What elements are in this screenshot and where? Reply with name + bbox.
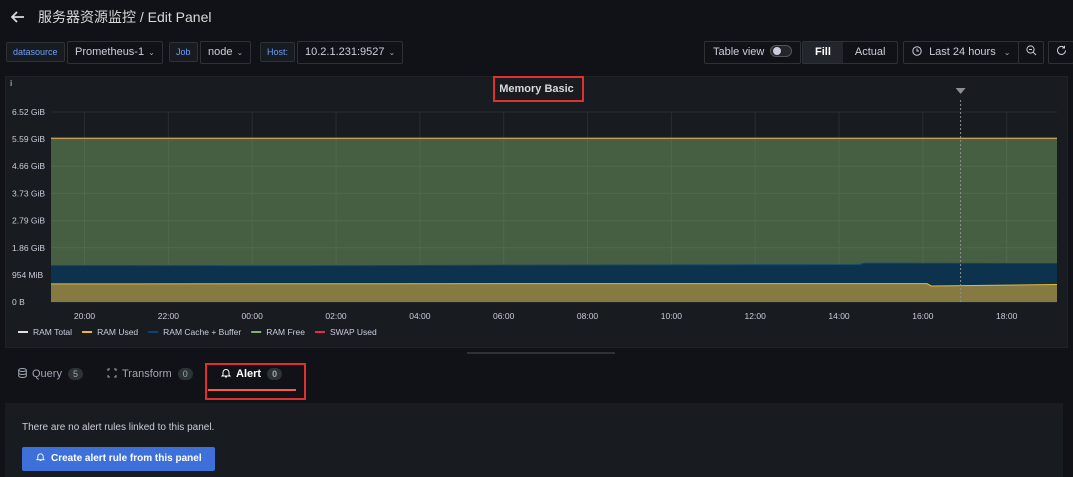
x-tick-label: 12:00 [745,311,767,321]
zoom-out-icon [1025,45,1036,56]
chevron-down-icon: ⌄ [148,48,155,57]
page-title: 服务器资源监控 / Edit Panel [38,9,212,25]
ram-used-area [51,283,1057,302]
x-tick-label: 04:00 [409,311,431,321]
legend-entry: RAM Used [97,327,138,337]
host-select[interactable]: 10.2.1.231:9527 ⌄ [297,41,404,64]
y-tick-label: 2.79 GiB [12,216,45,226]
tab-query-label: Query [32,368,62,380]
datasource-value: Prometheus-1 [75,46,145,58]
highlight-box [205,363,306,400]
annotation-marker [955,88,966,94]
host-label: Host: [260,42,296,62]
legend-swatch [82,331,93,333]
time-range-value: Last 24 hours [929,46,996,58]
y-tick-label: 1.86 GiB [12,243,45,253]
editor-tabs: Query 5 Transform 0 Alert 0 [0,362,1073,390]
transform-icon [107,368,117,378]
x-tick-label: 22:00 [158,311,180,321]
x-tick-label: 02:00 [325,311,347,321]
database-icon [18,368,27,379]
x-tick-label: 20:00 [74,311,96,321]
x-tick-label: 18:00 [996,311,1018,321]
tab-transform-count: 0 [177,368,193,380]
tab-transform[interactable]: Transform 0 [107,368,193,380]
fill-button[interactable]: Fill [803,42,843,63]
table-view-label: Table view [713,46,765,58]
y-tick-label: 0 B [12,297,25,307]
create-alert-label: Create alert rule from this panel [51,453,202,464]
tab-query-count: 5 [67,368,83,380]
y-tick-label: 4.66 GiB [12,161,45,171]
datasource-label: datasource [6,42,65,62]
refresh-icon [1056,45,1066,55]
graph-panel: i Memory Basic 0 B 954 MiB 1.86 GiB 2.79 Gi… [5,76,1068,348]
tab-query[interactable]: Query 5 [18,368,83,380]
job-select[interactable]: node ⌄ [200,41,252,64]
legend-swatch [148,331,159,333]
back-arrow-icon[interactable] [10,9,26,25]
highlight-box [493,76,584,102]
legend-swatch [314,331,325,333]
y-tick-label: 954 MiB [12,270,44,280]
create-alert-button[interactable]: Create alert rule from this panel [22,447,215,471]
legend-entry: SWAP Used [330,327,377,337]
host-value: 10.2.1.231:9527 [305,46,385,58]
memory-chart[interactable]: 0 B 954 MiB 1.86 GiB 2.79 GiB 3.73 GiB 4.66 G… [6,77,1069,349]
x-tick-label: 06:00 [493,311,515,321]
x-tick-label: 00:00 [242,311,264,321]
x-tick-label: 16:00 [912,311,934,321]
x-tick-label: 10:00 [661,311,683,321]
datasource-select[interactable]: Prometheus-1 ⌄ [67,41,163,64]
no-alert-message: There are no alert rules linked to this … [22,422,215,433]
y-tick-label: 6.52 GiB [12,107,45,117]
legend-entry: RAM Free [266,327,305,337]
actual-button[interactable]: Actual [843,42,898,63]
table-view-toggle[interactable]: Table view [704,41,802,64]
legend-entry: RAM Cache + Buffer [163,327,241,337]
clock-icon [912,46,929,58]
variables-bar: datasource Prometheus-1 ⌄ Job node ⌄ Host:… [0,38,1073,66]
legend-entry: RAM Total [33,327,72,337]
job-label: Job [169,42,198,62]
tab-transform-label: Transform [122,368,172,380]
time-range-picker[interactable]: Last 24 hours ⌄ [903,41,1020,64]
x-tick-label: 14:00 [828,311,850,321]
zoom-out-button[interactable] [1018,41,1044,64]
chevron-down-icon: ⌄ [236,48,244,57]
legend-swatch [251,331,262,333]
alert-panel: There are no alert rules linked to this … [5,403,1063,477]
fill-actual-switch: Fill Actual [802,41,899,64]
legend-swatch [18,331,28,333]
y-tick-label: 3.73 GiB [12,188,45,198]
job-value: node [208,46,233,58]
bell-icon [35,453,46,462]
x-tick-label: 08:00 [577,311,599,321]
top-bar: 服务器资源监控 / Edit Panel [0,0,1073,34]
chevron-down-icon: ⌄ [1003,48,1011,57]
y-tick-label: 5.59 GiB [12,134,45,144]
toggle-switch[interactable] [770,45,793,58]
chevron-down-icon: ⌄ [388,48,396,57]
refresh-button[interactable] [1048,41,1073,64]
splitter-handle[interactable] [467,352,615,354]
